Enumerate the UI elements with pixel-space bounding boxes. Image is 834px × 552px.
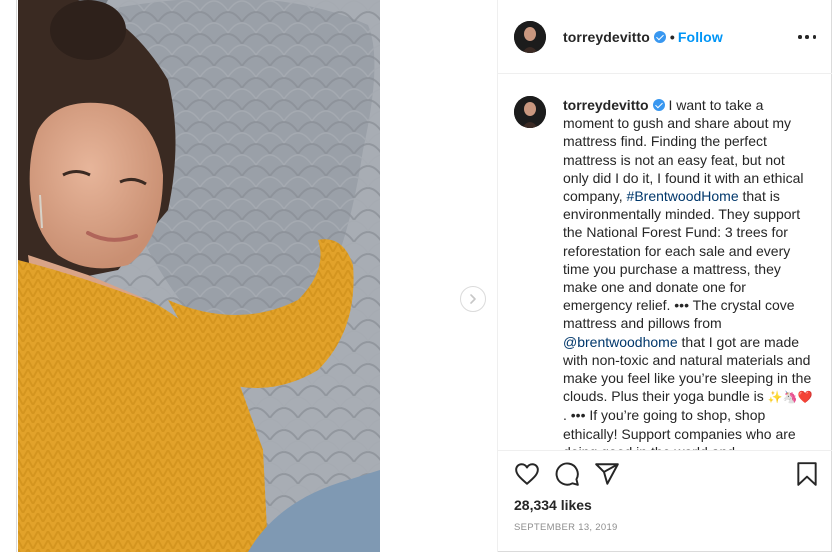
mention-link[interactable]: @brentwoodhome bbox=[563, 334, 678, 350]
heart-icon[interactable] bbox=[514, 461, 540, 487]
post-header: torreydevitto • Follow bbox=[498, 0, 832, 74]
post-photo[interactable] bbox=[18, 0, 380, 552]
next-photo-button[interactable] bbox=[460, 286, 486, 312]
photo-image bbox=[18, 0, 380, 552]
header-user: torreydevitto • Follow bbox=[563, 29, 723, 45]
hashtag-link[interactable]: #BrentwoodHome bbox=[627, 188, 739, 204]
chevron-right-icon bbox=[470, 294, 476, 304]
caption-username[interactable]: torreydevitto bbox=[563, 97, 649, 113]
verified-badge-icon bbox=[652, 99, 665, 111]
post-caption: torreydevitto I want to take a moment to… bbox=[563, 96, 813, 450]
post-date[interactable]: September 13, 2019 bbox=[514, 522, 618, 533]
caption-text: . ••• If you’re going to shop, shop ethi… bbox=[563, 407, 796, 450]
likes-count[interactable]: 28,334 likes bbox=[514, 497, 592, 513]
post-frame: torreydevitto • Follow torreydevitto I wan… bbox=[16, 0, 832, 552]
post-media bbox=[17, 0, 497, 552]
caption-text: that is environmentally minded. They sup… bbox=[563, 188, 801, 332]
avatar-image bbox=[514, 21, 546, 53]
username-link[interactable]: torreydevitto bbox=[563, 29, 650, 45]
comment-icon[interactable] bbox=[554, 461, 580, 487]
comments-area: torreydevitto I want to take a moment to… bbox=[498, 74, 832, 450]
avatar-image bbox=[514, 96, 546, 128]
avatar[interactable] bbox=[514, 21, 546, 53]
share-icon[interactable] bbox=[594, 461, 620, 487]
caption-emoji: ✨🦄❤️ bbox=[767, 390, 813, 405]
follow-button[interactable]: Follow bbox=[678, 29, 723, 45]
separator-dot: • bbox=[669, 29, 675, 45]
bookmark-icon[interactable] bbox=[794, 461, 820, 487]
post-side-panel: torreydevitto • Follow torreydevitto I wan… bbox=[497, 0, 832, 552]
caption-avatar[interactable] bbox=[514, 96, 546, 128]
verified-badge-icon bbox=[653, 31, 666, 43]
more-options-icon[interactable] bbox=[798, 30, 816, 44]
post-actions: 28,334 likes September 13, 2019 bbox=[498, 450, 832, 552]
